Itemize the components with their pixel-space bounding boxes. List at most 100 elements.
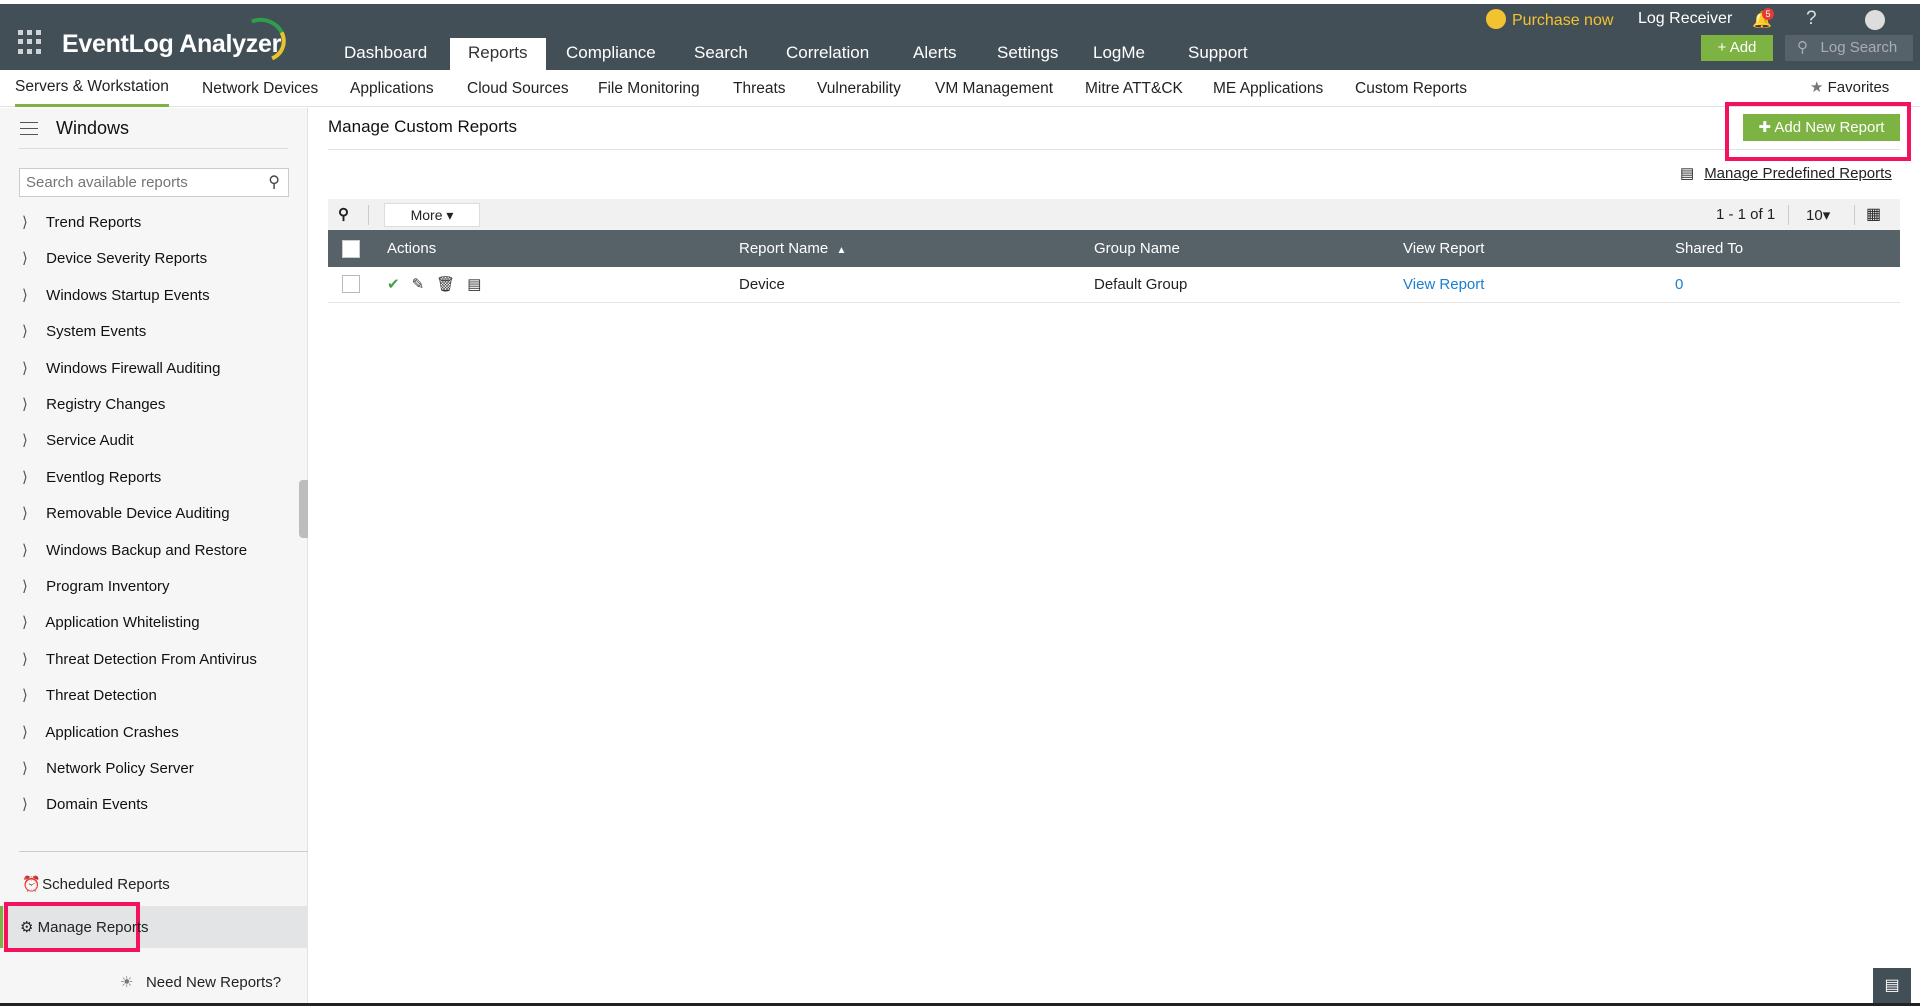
chevron-right-icon: ⟩ [22,468,28,486]
nav-tab-settings[interactable]: Settings [979,38,1076,70]
chevron-right-icon: ⟩ [22,614,28,632]
chevron-right-icon: ⟩ [22,432,28,450]
search-icon[interactable]: ⚲ [268,172,280,192]
sidebar-item[interactable]: ⟩ Windows Backup and Restore [22,536,292,566]
nav-tab-logme[interactable]: LogMe [1075,38,1163,70]
page-title: Manage Custom Reports [328,117,517,136]
sidebar-item[interactable]: ⟩ Registry Changes [22,390,292,420]
add-new-report-button[interactable]: ✚ Add New Report [1743,114,1900,141]
chevron-right-icon: ⟩ [22,796,28,814]
subnav-tab[interactable]: Mitre ATT&CK [1085,70,1183,107]
favorites-link[interactable]: ★ Favorites [1810,78,1889,96]
enable-icon[interactable]: ✔ [387,276,412,293]
shared-to-link[interactable]: 0 [1675,276,1683,293]
sidebar-item[interactable]: ⟩ Application Crashes [22,718,292,748]
sidebar-item[interactable]: ⟩ System Events [22,317,292,347]
purchase-now-link[interactable]: Purchase now [1486,9,1613,31]
sidebar-item[interactable]: ⟩ Service Audit [22,426,292,456]
subnav-tab[interactable]: VM Management [935,70,1053,107]
hamburger-menu-icon[interactable] [20,122,38,135]
user-avatar-icon[interactable] [1865,10,1885,30]
chevron-right-icon: ⟩ [22,286,28,304]
need-new-reports-link[interactable]: ☀ Need New Reports? [120,973,281,991]
column-header-group-name: Group Name [1094,240,1180,257]
nav-tab-search[interactable]: Search [676,38,766,70]
manage-reports-link[interactable]: ⚙ Manage Reports [20,918,149,936]
chevron-right-icon: ⟩ [22,396,28,413]
nav-tab-correlation[interactable]: Correlation [768,38,887,70]
sidebar-item[interactable]: ⟩ Trend Reports [22,208,292,238]
star-icon: ★ [1810,79,1824,96]
nav-tab-support[interactable]: Support [1170,38,1266,70]
report-name-cell: Device [739,275,785,293]
page-size-dropdown[interactable]: 10▾ [1806,206,1830,224]
nav-tab-alerts[interactable]: Alerts [895,38,974,70]
sidebar-item[interactable]: ⟩ Windows Firewall Auditing [22,354,292,384]
subnav-tab[interactable]: Threats [733,70,786,107]
subnav-tab[interactable]: Cloud Sources [467,70,569,107]
subnav-tab[interactable]: Servers & Workstation [15,70,169,107]
log-receiver-link[interactable]: Log Receiver [1638,9,1732,29]
chevron-right-icon: ⟩ [22,359,28,377]
column-chooser-icon[interactable]: ▦ [1866,204,1881,224]
cart-icon [1486,9,1506,29]
edit-icon[interactable]: ✎ [412,276,437,293]
column-header-actions: Actions [387,240,437,257]
sidebar-item[interactable]: ⟩ Removable Device Auditing [22,499,292,529]
delete-icon[interactable]: 🗑 [436,276,467,293]
nav-tab-dashboard[interactable]: Dashboard [326,38,445,70]
sidebar-item[interactable]: ⟩ Eventlog Reports [22,463,292,493]
search-icon: ⚲ [1797,39,1808,56]
notification-count: 5 [1762,8,1774,20]
sidebar: Windows ⚲ ⟩ Trend Reports ⟩ Device Severi… [0,108,308,1003]
row-checkbox[interactable] [342,275,360,294]
subnav-tab[interactable]: File Monitoring [598,70,700,107]
chevron-right-icon: ⟩ [22,541,28,559]
sidebar-item[interactable]: ⟩ Network Policy Server [22,754,292,784]
logo-arc-icon [231,11,293,69]
sidebar-collapse-handle[interactable] [299,480,308,538]
sidebar-item[interactable]: ⟩ Device Severity Reports [22,244,292,274]
sidebar-item[interactable]: ⟩ Domain Events [22,790,292,820]
chevron-right-icon: ⟩ [22,505,28,523]
table-toolbar: ⚲ More ▾ 1 - 1 of 1 10▾ ▦ [328,199,1900,230]
column-header-report-name[interactable]: Report Name ▲ [739,230,1094,267]
subnav-tab[interactable]: Vulnerability [817,70,901,107]
reports-table: Actions Report Name ▲ Group Name View Re… [328,230,1900,303]
sidebar-item[interactable]: ⟩ Program Inventory [22,572,292,602]
group-name-cell: Default Group [1094,275,1188,293]
nav-tab-compliance[interactable]: Compliance [548,38,674,70]
export-report-icon[interactable]: ▤ [467,276,493,293]
sidebar-item[interactable]: ⟩ Threat Detection From Antivirus [22,645,292,675]
document-icon: ▤ [1680,165,1695,182]
sidebar-title: Windows [56,118,130,138]
more-dropdown[interactable]: More ▾ [384,203,480,227]
search-reports-input[interactable] [20,169,250,196]
sidebar-item[interactable]: ⟩ Application Whitelisting [22,608,292,638]
column-header-shared-to: Shared To [1675,240,1744,257]
notifications-bell-icon[interactable]: 🔔 5 [1752,8,1774,30]
nav-tab-reports[interactable]: Reports [450,38,546,70]
apps-grid-icon[interactable] [18,30,42,54]
sidebar-item[interactable]: ⟩ Windows Startup Events [22,281,292,311]
chevron-right-icon: ⟩ [22,760,28,777]
chevron-right-icon: ⟩ [22,650,28,668]
manage-predefined-reports-link[interactable]: ▤ Manage Predefined Reports [1680,164,1892,182]
scheduled-reports-link[interactable]: ⏰ Scheduled Reports [22,875,170,893]
subnav-tab[interactable]: Custom Reports [1355,70,1467,107]
subnav-tab[interactable]: Applications [350,70,434,107]
help-icon[interactable]: ? [1806,9,1817,29]
view-report-link[interactable]: View Report [1403,276,1484,293]
log-search-input[interactable]: ⚲ Log Search [1785,35,1913,61]
subnav-tab[interactable]: Network Devices [202,70,318,107]
chevron-right-icon: ⟩ [22,250,28,268]
filter-search-icon[interactable]: ⚲ [338,205,349,223]
table-row: ✔✎🗑▤ Device Default Group View Report 0 [328,267,1900,302]
sidebar-search[interactable]: ⚲ [19,168,289,197]
select-all-checkbox[interactable] [342,239,360,258]
chat-icon[interactable]: ▤ [1873,968,1911,1003]
subnav-tab[interactable]: ME Applications [1213,70,1323,107]
sidebar-item[interactable]: ⟩ Threat Detection [22,681,292,711]
add-button[interactable]: + Add [1701,35,1773,61]
chevron-right-icon: ⟩ [22,323,28,341]
